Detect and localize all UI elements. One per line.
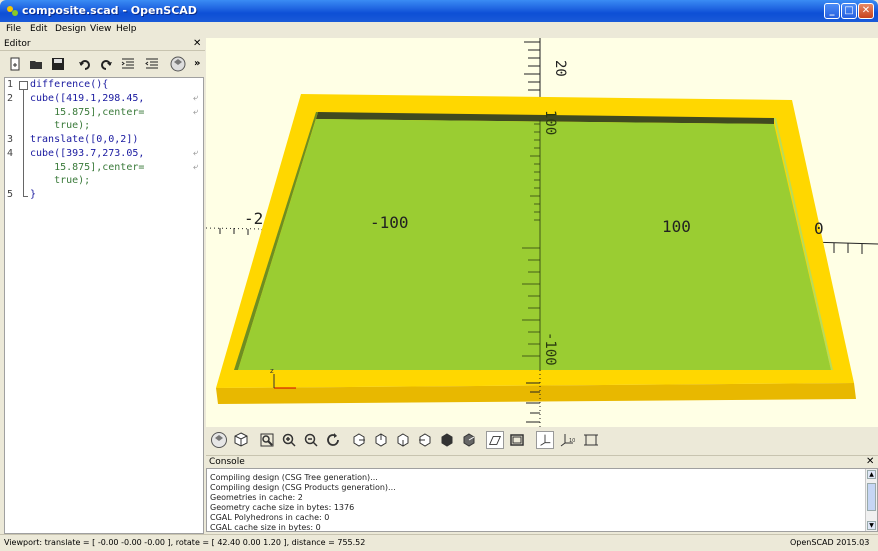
view-front-icon[interactable] <box>438 431 456 449</box>
code-line: difference(){ <box>30 79 109 90</box>
axis-label-right: 0 <box>814 219 824 238</box>
unindent-icon[interactable] <box>145 57 159 71</box>
zoom-out-icon[interactable] <box>302 431 320 449</box>
console-line: CGAL Polyhedrons in cache: 0 <box>210 513 330 522</box>
version-label: OpenSCAD 2015.03 <box>790 538 870 547</box>
axis-label-z: z <box>270 367 274 375</box>
code-line: true); <box>30 175 91 186</box>
console-line: Compiling design (CSG Tree generation)..… <box>210 473 378 482</box>
menu-bar: File Edit Design View Help <box>0 22 878 38</box>
console-close-button[interactable]: ✕ <box>866 456 874 467</box>
editor-close-button[interactable]: ✕ <box>193 38 201 49</box>
reset-view-icon[interactable] <box>324 431 342 449</box>
new-file-icon[interactable] <box>8 57 22 71</box>
code-line: translate([0,0,2]) <box>30 134 139 145</box>
console-line: Compiling design (CSG Products generatio… <box>210 483 396 492</box>
wrap-icon: ⤶ <box>193 107 199 117</box>
fold-guide <box>23 90 24 196</box>
code-line: cube([419.1,298.45, <box>30 93 145 104</box>
title-bar: composite.scad - OpenSCAD _ □ ✕ <box>0 0 878 22</box>
view-back-icon[interactable] <box>460 431 478 449</box>
open-file-icon[interactable] <box>29 57 43 71</box>
status-bar: Viewport: translate = [ -0.00 -0.00 -0.0… <box>0 534 878 551</box>
menu-file[interactable]: File <box>6 24 21 34</box>
viewport-canvas[interactable]: 20 -2 -100 100 0 100 -100 z <box>206 38 878 427</box>
editor-title: Editor <box>4 39 31 49</box>
editor-header: Editor ✕ <box>0 38 205 51</box>
view-top-icon[interactable] <box>372 431 390 449</box>
line-number: 5 <box>7 189 14 200</box>
show-axes-icon[interactable] <box>536 431 554 449</box>
axis-label-left: -2 <box>244 209 263 228</box>
menu-view[interactable]: View <box>90 24 111 34</box>
line-number: 3 <box>7 134 14 145</box>
viewport-toolbar: 10 <box>206 427 878 453</box>
svg-text:10: 10 <box>569 438 575 444</box>
show-edges-icon[interactable] <box>582 431 600 449</box>
redo-icon[interactable] <box>99 57 113 71</box>
save-icon[interactable] <box>51 57 65 71</box>
code-line: 15.875],center= <box>30 162 145 173</box>
editor-toolbar: » <box>0 52 205 77</box>
line-number: 2 <box>7 93 14 104</box>
view-all-icon[interactable] <box>258 431 276 449</box>
scroll-thumb[interactable] <box>867 483 876 511</box>
close-button[interactable]: ✕ <box>858 3 874 19</box>
undo-icon[interactable] <box>78 57 92 71</box>
console-line: Geometry cache size in bytes: 1376 <box>210 503 355 512</box>
view-bottom-icon[interactable] <box>394 431 412 449</box>
line-number: 4 <box>7 148 14 159</box>
axis-label-top: 20 <box>552 60 568 77</box>
fold-marker-icon[interactable] <box>19 81 28 90</box>
console-title: Console <box>209 457 245 467</box>
wrap-icon: ⤶ <box>193 162 199 172</box>
code-line: true); <box>30 120 91 131</box>
3d-viewport[interactable]: 20 -2 -100 100 0 100 -100 z <box>206 38 878 427</box>
perspective-icon[interactable] <box>486 431 504 449</box>
wrap-icon: ⤶ <box>193 93 199 103</box>
code-line: 15.875],center= <box>30 107 145 118</box>
code-line: } <box>30 189 37 200</box>
view-right-icon[interactable] <box>350 431 368 449</box>
wrap-icon: ⤶ <box>193 148 199 158</box>
console-line: CGAL cache size in bytes: 0 <box>210 523 321 532</box>
preview-icon[interactable] <box>170 56 186 72</box>
maximize-button[interactable]: □ <box>841 3 857 19</box>
preview-render-icon[interactable] <box>210 431 228 449</box>
scroll-down-icon[interactable]: ▼ <box>867 521 876 530</box>
fold-end <box>23 196 28 197</box>
minimize-button[interactable]: _ <box>824 3 840 19</box>
menu-design[interactable]: Design <box>55 24 86 34</box>
menu-edit[interactable]: Edit <box>30 24 47 34</box>
view-left-icon[interactable] <box>416 431 434 449</box>
indent-icon[interactable] <box>121 57 135 71</box>
toolbar-more-button[interactable]: » <box>194 58 200 69</box>
zoom-in-icon[interactable] <box>280 431 298 449</box>
axis-label-neg100: -100 <box>370 213 409 232</box>
code-editor[interactable]: 1 difference(){ 2 cube([419.1,298.45, ⤶ … <box>4 77 204 534</box>
console-line: Geometries in cache: 2 <box>210 493 303 502</box>
axis-label-y-lower: -100 <box>542 332 558 366</box>
window-title: composite.scad - OpenSCAD <box>22 4 197 17</box>
openscad-logo-icon <box>7 6 18 16</box>
axis-label-pos100: 100 <box>662 217 691 236</box>
render-cube-icon[interactable] <box>232 431 250 449</box>
axis-label-y-upper: 100 <box>542 110 558 135</box>
viewport-status: Viewport: translate = [ -0.00 -0.00 -0.0… <box>4 538 366 547</box>
line-number: 1 <box>7 79 14 90</box>
menu-help[interactable]: Help <box>116 24 137 34</box>
console-output[interactable]: Compiling design (CSG Tree generation)..… <box>206 468 878 532</box>
console-scrollbar[interactable]: ▲ ▼ <box>865 469 877 531</box>
code-line: cube([393.7,273.05, <box>30 148 145 159</box>
show-scale-icon[interactable]: 10 <box>558 431 576 449</box>
resize-grip-icon[interactable]: ⋰ <box>862 538 870 547</box>
console-header: Console ✕ <box>206 455 878 468</box>
scroll-up-icon[interactable]: ▲ <box>867 470 876 479</box>
orthogonal-icon[interactable] <box>508 431 526 449</box>
